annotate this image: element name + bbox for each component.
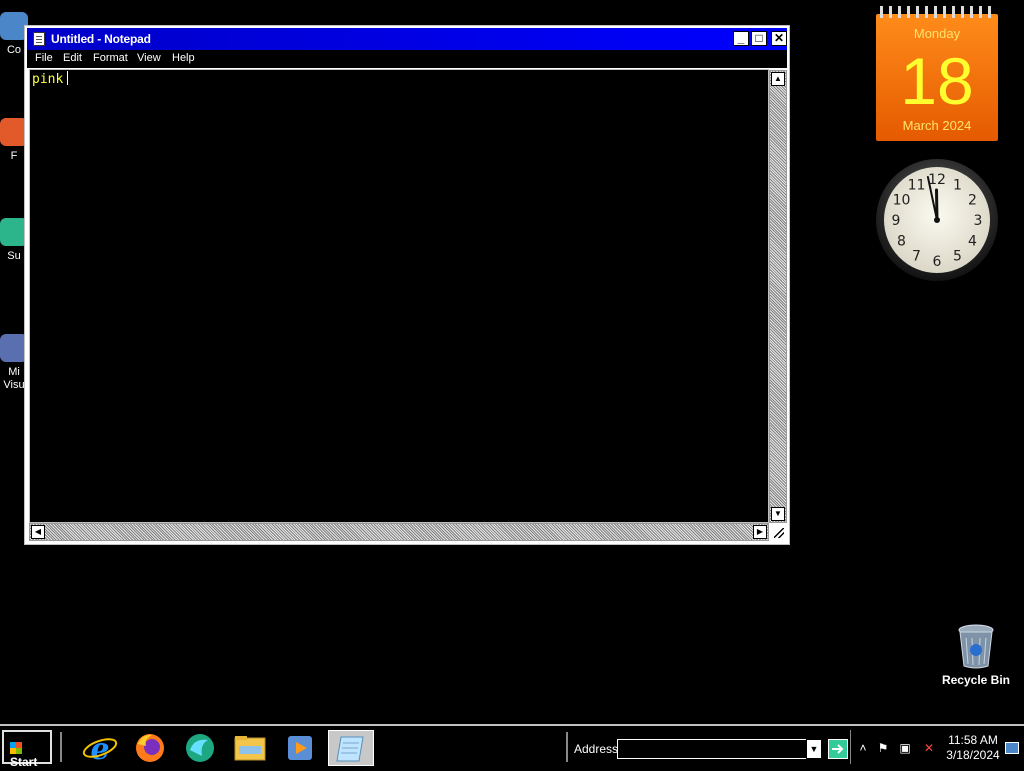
maximize-button[interactable]: □ xyxy=(751,31,767,46)
clock-number: 7 xyxy=(912,249,921,265)
calendar-gadget[interactable]: Monday 18 March 2024 xyxy=(876,6,998,141)
menu-view[interactable]: View xyxy=(137,52,161,64)
text-caret xyxy=(67,71,69,85)
notepad-window[interactable]: Untitled - Notepad _ □ ✕ File Edit Forma… xyxy=(24,25,790,545)
editor-text-line: pink xyxy=(32,71,69,87)
network-icon[interactable]: ▣ xyxy=(897,740,913,756)
clock-number: 9 xyxy=(892,213,901,229)
clock-number: 12 xyxy=(928,172,946,188)
calendar-weekday: Monday xyxy=(913,26,961,41)
resize-grip[interactable] xyxy=(769,523,787,541)
scroll-right-button[interactable]: ▶ xyxy=(753,525,767,539)
clock-number: 5 xyxy=(953,249,962,265)
start-button[interactable]: Start xyxy=(2,730,52,769)
clock-number: 8 xyxy=(897,234,906,250)
calendar-rings xyxy=(880,6,994,18)
address-input[interactable] xyxy=(617,739,807,759)
analog-clock-icon: 12 12 3 45678 9 1011 xyxy=(876,159,998,281)
windows-logo-icon xyxy=(10,742,22,754)
address-dropdown-button[interactable]: ▼ xyxy=(806,739,822,759)
notepad-icon xyxy=(33,32,45,46)
chevron-down-icon: ▼ xyxy=(809,744,819,754)
taskbar-notepad[interactable] xyxy=(328,730,374,766)
speaker-muted-icon[interactable]: ✕ xyxy=(921,740,937,756)
horizontal-scrollbar[interactable]: ◀ ▶ xyxy=(29,523,769,541)
close-button[interactable]: ✕ xyxy=(771,31,787,46)
scroll-up-button[interactable]: ▲ xyxy=(771,72,785,86)
arrow-up-icon: ▲ xyxy=(774,74,782,83)
taskbar-date: 3/18/2024 xyxy=(946,748,1000,762)
menu-bar: File Edit Format View Help xyxy=(27,50,787,68)
internet-explorer-icon: e xyxy=(82,732,118,767)
menu-file[interactable]: File xyxy=(35,52,53,64)
clock-number: 3 xyxy=(974,213,983,229)
taskbar-media-player[interactable] xyxy=(280,730,320,766)
taskbar: Start e Address ▼ ˄ ⚑ ▣ ✕ 11:58 AM 3/18/… xyxy=(0,724,1024,769)
arrow-left-icon: ◀ xyxy=(34,527,42,536)
show-desktop-icon[interactable] xyxy=(1005,742,1019,754)
file-explorer-icon xyxy=(234,736,266,761)
text-editor[interactable]: pink xyxy=(29,69,769,523)
calendar-day: 18 xyxy=(900,44,974,118)
menu-help[interactable]: Help xyxy=(172,52,195,64)
clock-number: 6 xyxy=(933,254,942,270)
title-bar[interactable]: Untitled - Notepad _ □ ✕ xyxy=(27,28,787,50)
scroll-down-button[interactable]: ▼ xyxy=(771,507,785,521)
go-arrow-icon xyxy=(832,744,844,754)
menu-edit[interactable]: Edit xyxy=(63,52,82,64)
arrow-right-icon: ▶ xyxy=(756,527,764,536)
flag-icon[interactable]: ⚑ xyxy=(875,740,891,756)
maximize-icon: □ xyxy=(755,31,763,45)
clock-number: 10 xyxy=(893,193,911,209)
taskbar-browser[interactable] xyxy=(180,730,220,766)
minimize-button[interactable]: _ xyxy=(733,31,749,46)
taskbar-clock[interactable]: 11:58 AM 3/18/2024 xyxy=(945,733,1001,763)
address-label: Address xyxy=(574,742,619,756)
chevron-up-icon[interactable]: ˄ xyxy=(855,740,871,756)
taskbar-file-explorer[interactable] xyxy=(230,730,270,766)
clock-number: 2 xyxy=(968,193,977,209)
close-icon: ✕ xyxy=(773,31,785,45)
scroll-left-button[interactable]: ◀ xyxy=(31,525,45,539)
system-tray: ˄ ⚑ ▣ ✕ 11:58 AM 3/18/2024 xyxy=(850,730,1023,764)
clock-gadget[interactable]: 12 1 2 3 4 5 6 7 8 9 10 11 xyxy=(875,158,999,282)
vertical-scrollbar[interactable]: ▲ ▼ xyxy=(769,70,787,523)
clock-number: 4 xyxy=(968,234,977,250)
menu-format[interactable]: Format xyxy=(93,52,128,64)
window-title: Untitled - Notepad xyxy=(51,32,151,46)
taskbar-time: 11:58 AM xyxy=(948,733,998,747)
address-go-button[interactable] xyxy=(828,739,848,759)
notepad-icon xyxy=(336,736,364,762)
clock-number: 1 xyxy=(953,178,962,194)
start-label: Start xyxy=(10,755,38,769)
recycle-bin-label: Recycle Bin xyxy=(941,673,1011,687)
minimize-icon: _ xyxy=(737,31,745,45)
svg-text:e: e xyxy=(90,732,109,766)
media-player-icon xyxy=(288,736,312,760)
firefox-icon xyxy=(136,734,164,762)
clock-number: 11 xyxy=(908,178,926,194)
taskbar-separator xyxy=(60,732,62,762)
desktop-icon-recycle-bin[interactable]: Recycle Bin xyxy=(938,624,1014,687)
arrow-down-icon: ▼ xyxy=(774,509,782,518)
recycle-bin-icon xyxy=(958,624,994,669)
taskbar-internet-explorer[interactable]: e xyxy=(80,730,120,767)
taskbar-firefox[interactable] xyxy=(130,730,170,766)
calendar-month-year: March 2024 xyxy=(902,118,972,133)
browser-icon xyxy=(186,734,214,762)
taskbar-separator xyxy=(566,732,568,762)
editor-content: pink xyxy=(32,72,64,87)
